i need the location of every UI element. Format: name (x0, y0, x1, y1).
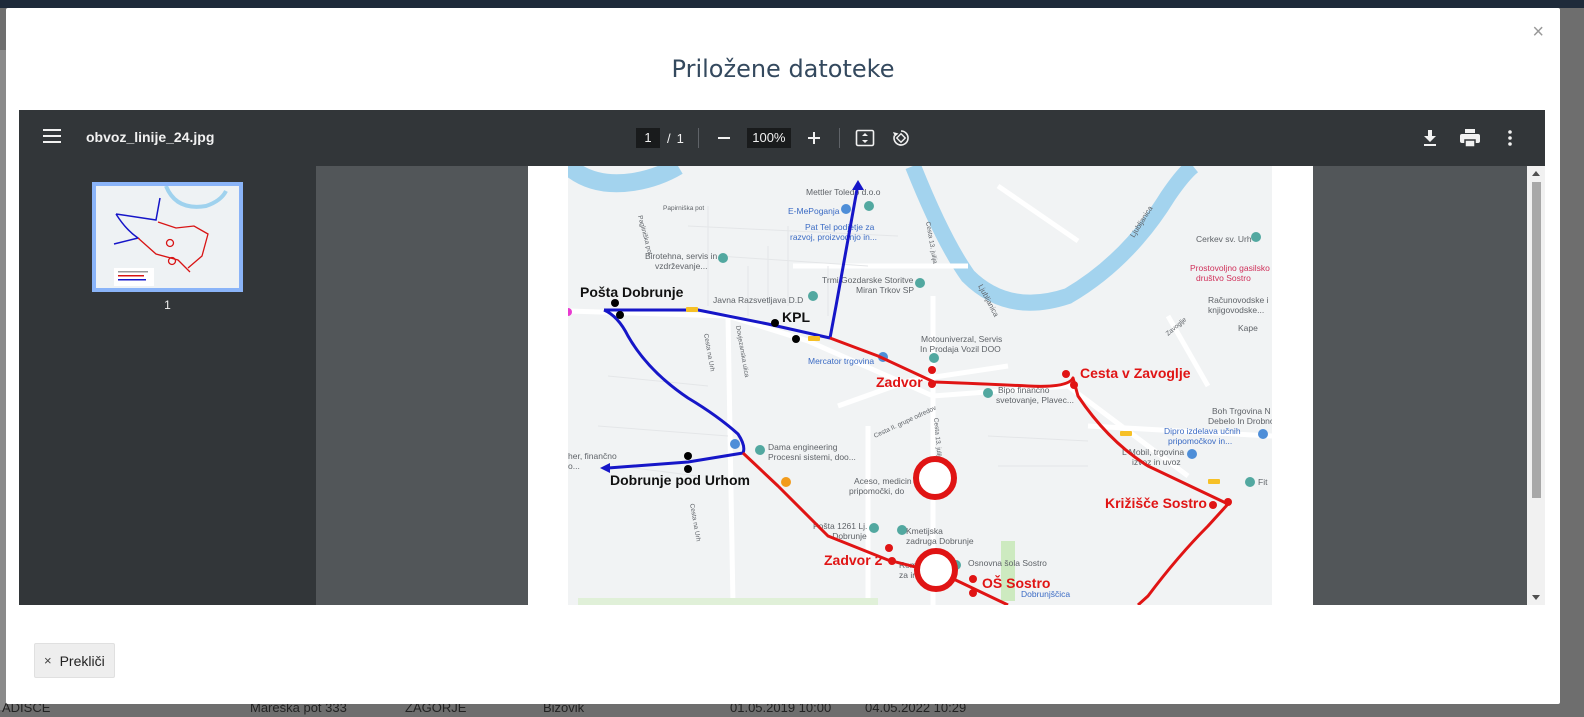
toolbar-divider (697, 128, 699, 148)
map-label-gasilsko2: društvo Sostro (1196, 273, 1251, 283)
map-label-dama: Dama engineering (768, 442, 838, 452)
fit-page-icon[interactable] (854, 127, 876, 149)
map-label-cerkev: Cerkev sv. Urh (1196, 234, 1252, 244)
map-label-aceso: Aceso, medicin (854, 476, 912, 486)
map-label-birotehna: Birotehna, servis in (645, 251, 718, 261)
map-stop-os-sostro: OŠ Sostro (982, 574, 1050, 591)
zoom-input[interactable]: 100% (746, 128, 791, 148)
document-page: Mettler Toledo d.o.o E-MePoganja Pat Tel… (528, 166, 1313, 605)
map-stop-posta-dobrunje: Pošta Dobrunje (580, 284, 684, 300)
map-label-financno: her, finančno (568, 451, 617, 461)
pdf-viewer: obvoz_linije_24.jpg 1 / 1 100% 1 Mettler… (19, 110, 1545, 605)
map-label-moto2: In Prodaja Vozil DOO (920, 344, 1001, 354)
vertical-scrollbar[interactable] (1527, 166, 1545, 605)
cancel-button[interactable]: × Prekliči (34, 643, 115, 678)
map-label-gasilsko: Prostovoljno gasilsko (1190, 263, 1270, 273)
map-stop-zadvor: Zadvor (876, 374, 923, 390)
scroll-up-icon[interactable] (1532, 171, 1540, 176)
map-stop-cesta-v-zavoglje: Cesta v Zavoglje (1080, 365, 1191, 381)
background-header (0, 0, 1584, 8)
map-label-osnovna: Osnovna šola Sostro (968, 558, 1047, 568)
map-label-racun: Računovodske i (1208, 295, 1269, 305)
map-label-moto: Motouniverzal, Servis (921, 334, 1002, 344)
map-stop-dobrunje-pod-urhom: Dobrunje pod Urhom (610, 472, 750, 488)
map-label-mettler: Mettler Toledo d.o.o (806, 187, 881, 197)
page-separator: / (667, 130, 671, 146)
page-number-input[interactable]: 1 (636, 128, 660, 148)
map-label-javna: Javna Razsvetljava D.D (713, 295, 803, 305)
map-image: Mettler Toledo d.o.o E-MePoganja Pat Tel… (568, 166, 1272, 605)
file-name: obvoz_linije_24.jpg (86, 129, 215, 145)
toolbar-actions (1419, 127, 1521, 149)
map-label-trmi: Trmi Gozdarske Storitve (822, 275, 914, 285)
minus-icon[interactable] (713, 127, 735, 149)
map-label-racun2: knjigovodske... (1208, 305, 1264, 315)
cancel-button-label: Prekliči (59, 652, 105, 669)
map-label-dama2: Procesni sistemi, doo... (768, 452, 856, 462)
map-stop-krizisce-sostro: Križišče Sostro (1105, 495, 1207, 511)
map-stop-kpl: KPL (782, 309, 810, 325)
map-label-emepoganja: E-MePoganja (788, 206, 840, 216)
map-label-kape: Kape (1238, 323, 1258, 333)
menu-icon[interactable] (43, 129, 61, 143)
map-label-papirniska: Papirniška pot (663, 205, 704, 212)
map-label-kmetijska: Kmetijska (906, 526, 943, 536)
map-label-boh: Boh Trgovina N (1212, 406, 1271, 416)
map-label-financno2: o... (568, 461, 580, 471)
close-icon: × (44, 653, 52, 668)
map-label-pattel2: razvoj, proizvodnjo in... (790, 232, 877, 242)
page-area: Mettler Toledo d.o.o E-MePoganja Pat Tel… (316, 166, 1527, 605)
plus-icon[interactable] (803, 127, 825, 149)
map-label-birotehna2: vzdrževanje... (655, 261, 707, 271)
scroll-down-icon[interactable] (1532, 595, 1540, 600)
map-stop-zadvor-2: Zadvor 2 (824, 552, 883, 568)
map-label-fit: Fit (1258, 477, 1268, 487)
page-thumbnail[interactable] (92, 182, 243, 292)
attachments-modal: × Priložene datoteke obvoz_linije_24.jpg… (6, 8, 1560, 704)
map-label-pattel: Pat Tel podjetje za (805, 222, 875, 232)
download-icon[interactable] (1419, 127, 1441, 149)
map-label-trmi2: Miran Trkov SP (856, 285, 914, 295)
toolbar-divider (838, 128, 840, 148)
close-icon[interactable]: × (1532, 22, 1544, 42)
more-vert-icon[interactable] (1499, 127, 1521, 149)
map-label-boh2: Debelo In Drobno (1208, 416, 1272, 426)
map-label-mercator: Mercator trgovina (808, 356, 874, 366)
map-label-bipo2: svetovanje, Plavec... (996, 395, 1074, 405)
map-label-kmetijska2: zadruga Dobrunje (906, 536, 974, 546)
page-count: 1 (676, 130, 684, 146)
map-label-aceso2: pripomočki, do (849, 486, 905, 496)
map-label-dipro2: pripomočkov in... (1168, 436, 1232, 446)
map-label-dipro: Dipro izdelava učnih (1164, 426, 1241, 436)
page-controls: 1 / 1 100% (636, 127, 912, 149)
scroll-thumb[interactable] (1532, 182, 1541, 498)
thumbnail-page-number: 1 (164, 298, 171, 312)
thumbnail-sidebar: 1 (19, 166, 316, 605)
viewer-toolbar: obvoz_linije_24.jpg 1 / 1 100% (19, 110, 1545, 166)
modal-title: Priložene datoteke (671, 55, 895, 83)
rotate-icon[interactable] (890, 127, 912, 149)
print-icon[interactable] (1459, 127, 1481, 149)
